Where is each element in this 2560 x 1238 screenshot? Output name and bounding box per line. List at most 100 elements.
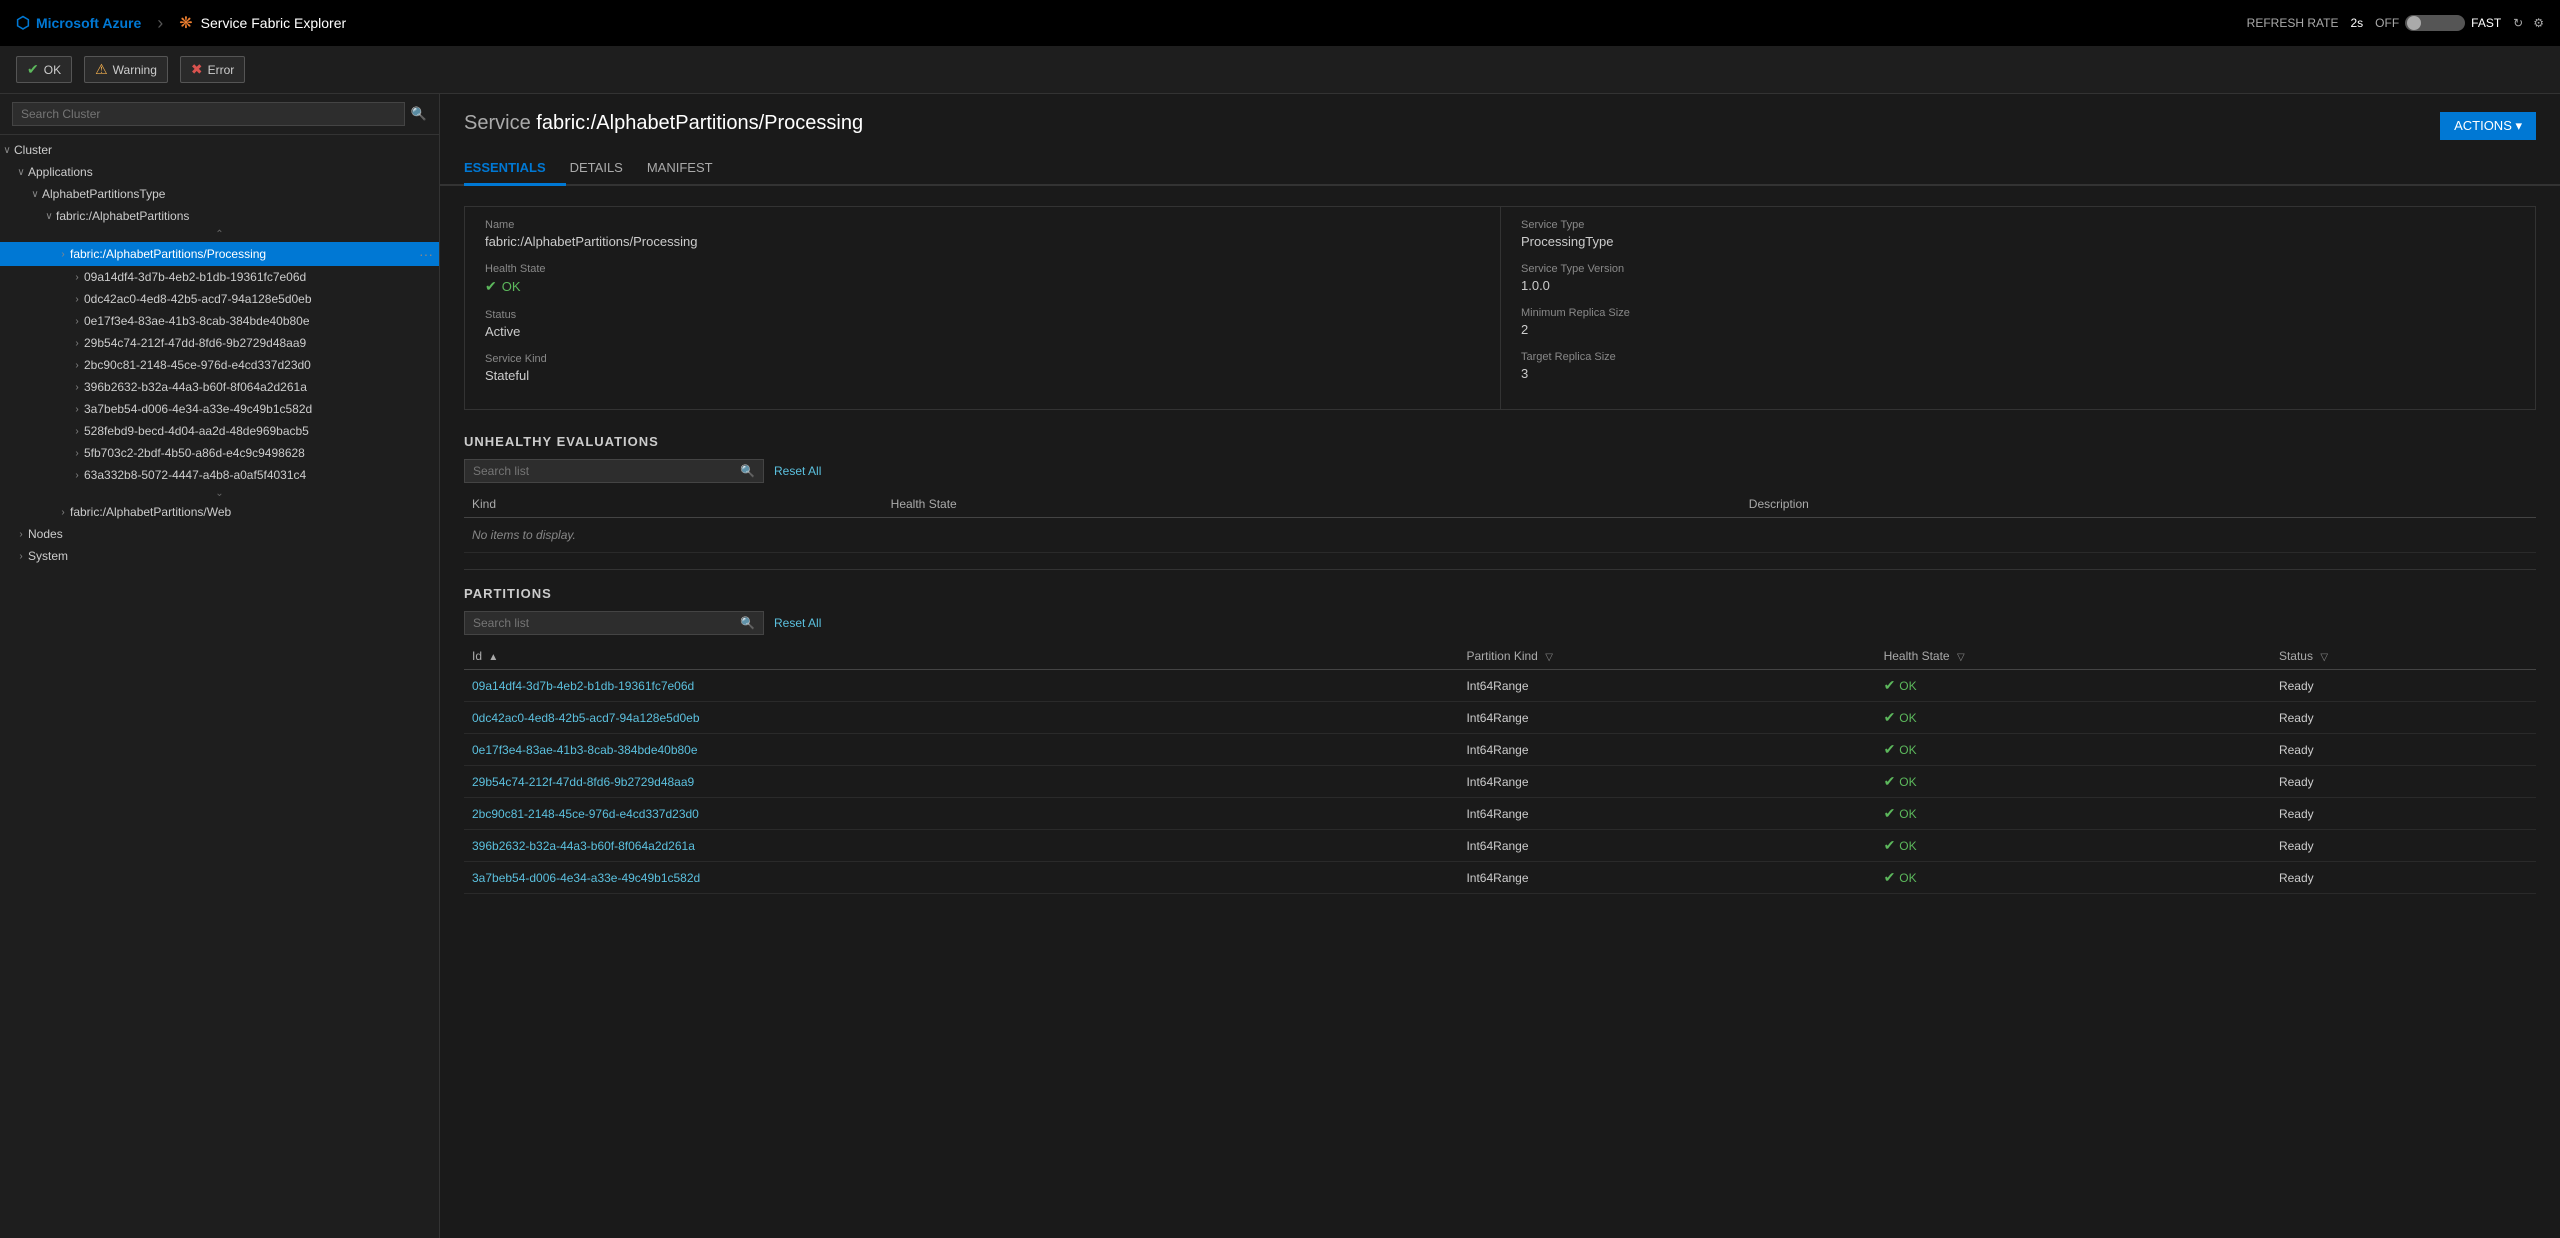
- partition-id[interactable]: 0dc42ac0-4ed8-42b5-acd7-94a128e5d0eb: [464, 702, 1458, 734]
- sidebar-item-label: 396b2632-b32a-44a3-b60f-8f064a2d261a: [84, 380, 439, 394]
- service-kind-value: Stateful: [485, 368, 1480, 383]
- partition-kind: Int64Range: [1458, 670, 1875, 702]
- partitions-table: Id ▲ Partition Kind ▽ Health State ▽ S: [464, 643, 2536, 894]
- error-icon: ✖: [191, 61, 203, 78]
- unhealthy-search-input[interactable]: [473, 464, 740, 478]
- sidebar-item-alphabetPartitionsType[interactable]: ∨AlphabetPartitionsType: [0, 183, 439, 205]
- sidebar-item-label: System: [28, 549, 439, 563]
- partition-status: Ready: [2271, 798, 2536, 830]
- sidebar-item-label: 0dc42ac0-4ed8-42b5-acd7-94a128e5d0eb: [84, 292, 439, 306]
- service-type-value: ProcessingType: [1521, 234, 2515, 249]
- sidebar-item-partition2[interactable]: ›0dc42ac0-4ed8-42b5-acd7-94a128e5d0eb: [0, 288, 439, 310]
- partition-id[interactable]: 29b54c74-212f-47dd-8fd6-9b2729d48aa9: [464, 766, 1458, 798]
- sidebar-item-cluster[interactable]: ∨Cluster: [0, 139, 439, 161]
- chevron-icon: ›: [70, 448, 84, 459]
- warning-button[interactable]: ⚠ Warning: [84, 56, 168, 83]
- refresh-rate-value: 2s: [2350, 16, 2363, 30]
- partition-id[interactable]: 09a14df4-3d7b-4eb2-b1db-19361fc7e06d: [464, 670, 1458, 702]
- sidebar-item-partition5[interactable]: ›2bc90c81-2148-45ce-976d-e4cd337d23d0: [0, 354, 439, 376]
- essentials-right: Service Type ProcessingType Service Type…: [1500, 207, 2535, 409]
- table-row: 09a14df4-3d7b-4eb2-b1db-19361fc7e06d Int…: [464, 670, 2536, 702]
- chevron-icon: ›: [56, 507, 70, 518]
- sidebar-item-partition8[interactable]: ›528febd9-becd-4d04-aa2d-48de969bacb5: [0, 420, 439, 442]
- sidebar-item-label: Cluster: [14, 143, 439, 157]
- partitions-table-header: Id ▲ Partition Kind ▽ Health State ▽ S: [464, 643, 2536, 670]
- ok-check-icon: ✔: [1884, 677, 1896, 694]
- nav-icons: ↻ ⚙: [2513, 16, 2544, 30]
- service-type-version-value: 1.0.0: [1521, 278, 2515, 293]
- partition-id[interactable]: 396b2632-b32a-44a3-b60f-8f064a2d261a: [464, 830, 1458, 862]
- refresh-toggle[interactable]: OFF FAST: [2375, 15, 2501, 31]
- refresh-icon[interactable]: ↻: [2513, 16, 2523, 30]
- sidebar-item-label: Nodes: [28, 527, 439, 541]
- ok-check-icon: ✔: [1884, 709, 1896, 726]
- tree-scroll-down[interactable]: ⌄: [0, 486, 439, 501]
- toggle-knob: [2407, 16, 2421, 30]
- search-input[interactable]: [12, 102, 405, 126]
- status-value: Active: [485, 324, 1480, 339]
- tree-scroll-up[interactable]: ⌃: [0, 227, 439, 242]
- sidebar-item-partition6[interactable]: ›396b2632-b32a-44a3-b60f-8f064a2d261a: [0, 376, 439, 398]
- actions-button[interactable]: ACTIONS ▾: [2440, 112, 2536, 140]
- chevron-icon: ›: [70, 338, 84, 349]
- error-button[interactable]: ✖ Error: [180, 56, 245, 83]
- sidebar-item-label: fabric:/AlphabetPartitions/Processing: [70, 247, 413, 261]
- sidebar-item-partition7[interactable]: ›3a7beb54-d006-4e34-a33e-49c49b1c582d: [0, 398, 439, 420]
- col-health-state: Health State: [883, 491, 1741, 518]
- sidebar-item-partition1[interactable]: ›09a14df4-3d7b-4eb2-b1db-19361fc7e06d: [0, 266, 439, 288]
- unhealthy-table-header: Kind Health State Description: [464, 491, 2536, 518]
- field-target-replica: Target Replica Size 3: [1521, 351, 2515, 381]
- filter-icon-health[interactable]: ▽: [1957, 652, 1965, 663]
- partition-id[interactable]: 3a7beb54-d006-4e34-a33e-49c49b1c582d: [464, 862, 1458, 894]
- sidebar-item-system[interactable]: ›System: [0, 545, 439, 567]
- partition-id[interactable]: 0e17f3e4-83ae-41b3-8cab-384bde40b80e: [464, 734, 1458, 766]
- sort-icon[interactable]: ▲: [488, 652, 498, 663]
- tab-details[interactable]: DETAILS: [570, 152, 643, 186]
- sidebar-item-partition10[interactable]: ›63a332b8-5072-4447-a4b8-a0af5f4031c4: [0, 464, 439, 486]
- table-row: 29b54c74-212f-47dd-8fd6-9b2729d48aa9 Int…: [464, 766, 2536, 798]
- sidebar-item-fabricAlphabetPartitionsWeb[interactable]: ›fabric:/AlphabetPartitions/Web: [0, 501, 439, 523]
- sidebar-item-partition9[interactable]: ›5fb703c2-2bdf-4b50-a86d-e4c9c9498628: [0, 442, 439, 464]
- sidebar-item-nodes[interactable]: ›Nodes: [0, 523, 439, 545]
- sidebar-item-label: 3a7beb54-d006-4e34-a33e-49c49b1c582d: [84, 402, 439, 416]
- partitions-reset-link[interactable]: Reset All: [774, 616, 821, 630]
- sidebar-item-fabricAlphabetPartitions[interactable]: ∨fabric:/AlphabetPartitions: [0, 205, 439, 227]
- filter-icon-kind[interactable]: ▽: [1545, 652, 1553, 663]
- settings-icon[interactable]: ⚙: [2533, 16, 2544, 30]
- sidebar-item-label: fabric:/AlphabetPartitions: [56, 209, 439, 223]
- filter-icon-status[interactable]: ▽: [2320, 652, 2328, 663]
- sidebar-item-applications[interactable]: ∨Applications: [0, 161, 439, 183]
- partition-id[interactable]: 2bc90c81-2148-45ce-976d-e4cd337d23d0: [464, 798, 1458, 830]
- sidebar-item-partition3[interactable]: ›0e17f3e4-83ae-41b3-8cab-384bde40b80e: [0, 310, 439, 332]
- sidebar-item-label: 528febd9-becd-4d04-aa2d-48de969bacb5: [84, 424, 439, 438]
- sidebar-tree: ∨Cluster∨Applications∨AlphabetPartitions…: [0, 135, 439, 1238]
- azure-brand[interactable]: ⬡ Microsoft Azure: [16, 13, 141, 33]
- field-service-type-version: Service Type Version 1.0.0: [1521, 263, 2515, 293]
- toggle-track[interactable]: [2405, 15, 2465, 31]
- service-label: Service: [464, 112, 531, 134]
- more-icon[interactable]: ···: [413, 246, 439, 262]
- sidebar-item-partition4[interactable]: ›29b54c74-212f-47dd-8fd6-9b2729d48aa9: [0, 332, 439, 354]
- ok-check-icon: ✔: [1884, 805, 1896, 822]
- sidebar-item-fabricAlphabetPartitionsProcessing[interactable]: ›fabric:/AlphabetPartitions/Processing··…: [0, 242, 439, 266]
- azure-brand-label: Microsoft Azure: [36, 15, 141, 31]
- unhealthy-eval-table: Kind Health State Description No items t…: [464, 491, 2536, 553]
- unhealthy-reset-link[interactable]: Reset All: [774, 464, 821, 478]
- ok-check-icon: ✔: [1884, 837, 1896, 854]
- app-title-label: Service Fabric Explorer: [201, 15, 347, 31]
- tab-essentials[interactable]: ESSENTIALS: [464, 152, 566, 186]
- chevron-icon: ›: [14, 551, 28, 562]
- chevron-icon: ∨: [14, 167, 28, 178]
- target-replica-value: 3: [1521, 366, 2515, 381]
- partition-health: ✔ OK: [1876, 798, 2271, 830]
- partitions-search-input[interactable]: [473, 616, 740, 630]
- status-bar: ✔ OK ⚠ Warning ✖ Error: [0, 46, 2560, 94]
- tab-manifest[interactable]: MANIFEST: [647, 152, 733, 186]
- service-header: Service fabric:/AlphabetPartitions/Proce…: [440, 94, 2560, 140]
- partition-kind: Int64Range: [1458, 766, 1875, 798]
- unhealthy-search-row: 🔍 Reset All: [464, 459, 2536, 483]
- chevron-icon: ›: [70, 382, 84, 393]
- service-type-version-label: Service Type Version: [1521, 263, 2515, 275]
- ok-check-icon: ✔: [1884, 869, 1896, 886]
- ok-button[interactable]: ✔ OK: [16, 56, 72, 83]
